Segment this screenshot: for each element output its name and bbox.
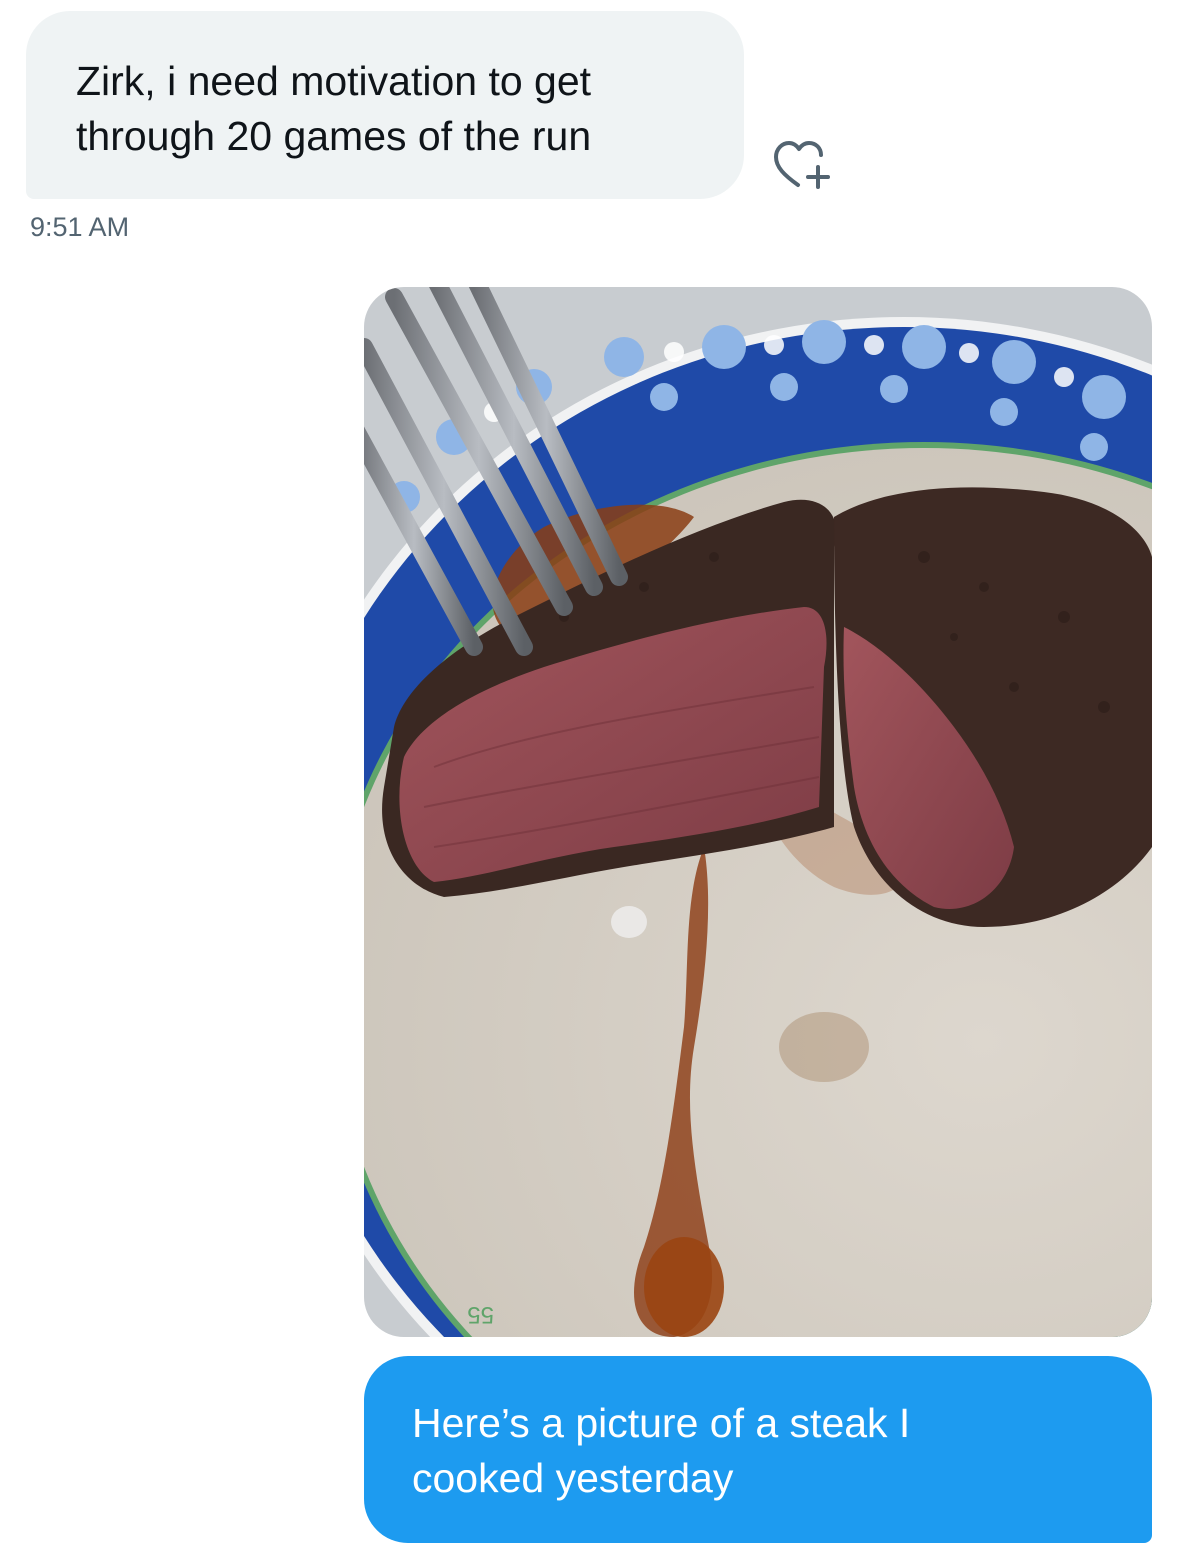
heart-add-icon — [774, 141, 830, 189]
incoming-message-text: Zirk, i need motivation to get through 2… — [76, 58, 592, 159]
plate-print-text: 55 — [467, 1301, 494, 1328]
outgoing-message-bubble[interactable]: Here’s a picture of a steak I cooked yes… — [364, 1356, 1152, 1543]
incoming-message-bubble[interactable]: Zirk, i need motivation to get through 2… — [26, 11, 744, 199]
outgoing-message-text: Here’s a picture of a steak I cooked yes… — [412, 1400, 911, 1501]
message-timestamp: 9:51 AM — [30, 212, 130, 242]
steak-photo[interactable]: 55 — [364, 287, 1152, 1337]
steak-photo-image: 55 — [364, 287, 1152, 1337]
add-reaction-button[interactable] — [770, 135, 834, 199]
